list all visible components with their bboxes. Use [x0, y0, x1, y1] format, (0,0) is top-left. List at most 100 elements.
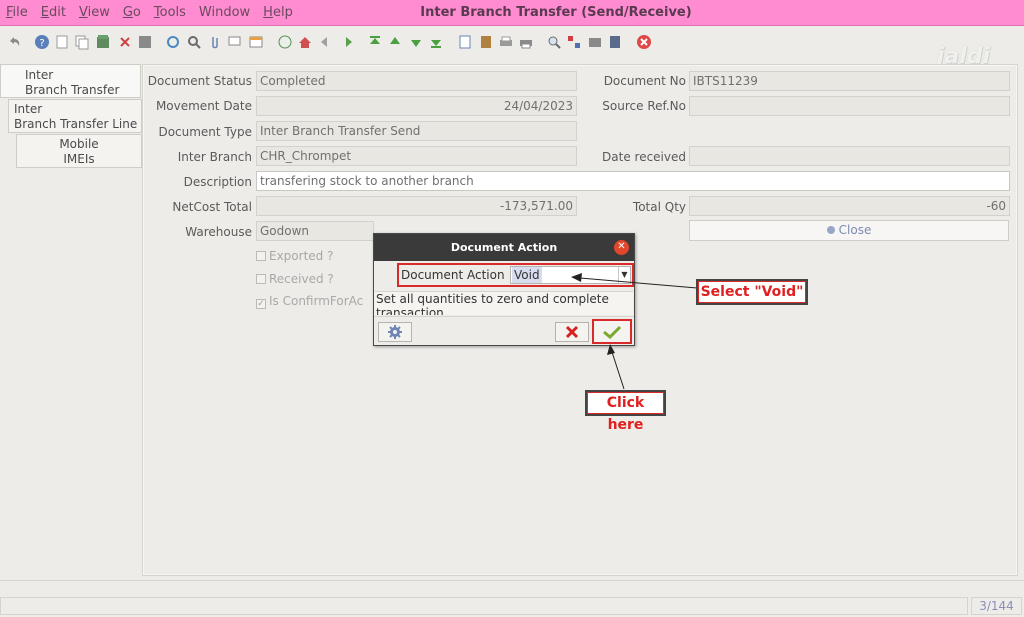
movement-date-label: Movement Date: [155, 99, 252, 113]
settings-button[interactable]: [378, 322, 412, 342]
confirm-label: Is ConfirmForAc: [269, 294, 364, 308]
dialog-footer: [374, 316, 634, 345]
received-label: Received ?: [269, 272, 334, 286]
last-record-icon[interactable]: [428, 34, 444, 50]
warehouse-label: Warehouse: [185, 225, 252, 239]
tab-inter-branch-transfer[interactable]: Inter Branch Transfer: [0, 64, 141, 98]
tab-label: Branch Transfer Line: [14, 117, 138, 131]
document-type-field[interactable]: Inter Branch Transfer Send: [256, 121, 577, 141]
report-icon[interactable]: [457, 34, 473, 50]
warehouse-field[interactable]: Godown: [256, 221, 374, 241]
forward-icon[interactable]: [339, 34, 355, 50]
status-bar-top: [0, 580, 1024, 595]
new-record-icon[interactable]: [54, 34, 70, 50]
refresh-icon[interactable]: [165, 34, 181, 50]
document-action-label: Document Action: [401, 268, 505, 282]
delete-icon[interactable]: [117, 34, 133, 50]
document-status-label: Document Status: [147, 74, 252, 88]
home-icon[interactable]: [277, 34, 293, 50]
menu-window[interactable]: Window: [199, 5, 250, 20]
dialog-title: Document Action: [374, 234, 634, 261]
title-bar: File Edit View Go Tools Window Help Inte…: [0, 0, 1024, 26]
received-checkbox[interactable]: Received ?: [256, 272, 334, 286]
document-action-dialog: Document Action ✕ Document Action Void ▼…: [373, 233, 635, 346]
exported-label: Exported ?: [269, 249, 334, 263]
document-status-field[interactable]: Completed: [256, 71, 577, 91]
tab-label: Inter: [25, 68, 54, 82]
help-icon[interactable]: ?: [34, 34, 50, 50]
next-record-icon[interactable]: [408, 34, 424, 50]
tab-label: Inter: [14, 102, 43, 116]
parent-icon[interactable]: [297, 34, 313, 50]
chevron-down-icon[interactable]: ▼: [618, 267, 630, 283]
exit-icon[interactable]: [636, 34, 652, 50]
copy-record-icon[interactable]: [74, 34, 90, 50]
select-void-callout: Select "Void": [696, 279, 808, 305]
action-description: Set all quantities to zero and complete …: [375, 291, 633, 315]
tab-mobile-imeis[interactable]: Mobile IMEIs: [16, 134, 142, 168]
checkbox-icon: [256, 251, 266, 261]
grid-icon[interactable]: [137, 34, 153, 50]
menu-edit[interactable]: Edit: [41, 5, 66, 20]
request-icon[interactable]: [587, 34, 603, 50]
document-action-value: Void: [512, 267, 542, 283]
menu-bar: File Edit View Go Tools Window Help: [6, 5, 306, 20]
history-icon[interactable]: [248, 34, 264, 50]
tab-label: Branch Transfer: [25, 83, 120, 97]
attachment-icon[interactable]: [207, 34, 223, 50]
inter-branch-field[interactable]: CHR_Chrompet: [256, 146, 577, 166]
find-icon[interactable]: [186, 34, 202, 50]
menu-tools[interactable]: Tools: [154, 5, 186, 20]
total-qty-field[interactable]: -60: [689, 196, 1010, 216]
archive-icon[interactable]: [478, 34, 494, 50]
netcost-total-field[interactable]: -173,571.00: [256, 196, 577, 216]
cancel-x-icon: [565, 325, 579, 339]
toolbar: ?: [0, 27, 1024, 59]
inter-branch-label: Inter Branch: [177, 150, 252, 164]
workflow-icon[interactable]: [566, 34, 582, 50]
date-received-field[interactable]: [689, 146, 1010, 166]
description-label: Description: [183, 175, 252, 189]
back-icon[interactable]: [318, 34, 334, 50]
status-bar: [0, 597, 968, 615]
menu-view[interactable]: View: [79, 5, 110, 20]
first-record-icon[interactable]: [367, 34, 383, 50]
document-action-row: Document Action Void ▼: [397, 263, 634, 287]
checked-icon: ✓: [256, 299, 266, 309]
tab-inter-branch-transfer-line[interactable]: Inter Branch Transfer Line: [8, 99, 142, 133]
checkbox-icon: [256, 274, 266, 284]
exported-checkbox[interactable]: Exported ?: [256, 249, 333, 263]
netcost-total-label: NetCost Total: [172, 200, 252, 214]
menu-help[interactable]: Help: [263, 5, 293, 20]
cancel-button[interactable]: [555, 322, 589, 342]
movement-date-field[interactable]: 24/04/2023: [256, 96, 577, 116]
undo-icon[interactable]: [6, 34, 22, 50]
previous-record-icon[interactable]: [387, 34, 403, 50]
click-here-callout: Click here: [585, 390, 666, 433]
confirm-checkbox[interactable]: ✓ Is ConfirmForAc: [256, 294, 372, 309]
ok-button[interactable]: [592, 319, 632, 344]
gear-icon: [388, 325, 402, 339]
tab-label: Mobile: [59, 137, 99, 151]
save-icon[interactable]: [95, 34, 111, 50]
checkmark-icon: [603, 325, 622, 339]
document-action-select[interactable]: Void ▼: [510, 266, 631, 284]
print-preview-icon[interactable]: [498, 34, 514, 50]
record-counter: 3/144: [971, 597, 1022, 615]
date-received-label: Date received: [602, 150, 686, 164]
product-info-icon[interactable]: [607, 34, 623, 50]
document-type-label: Document Type: [158, 125, 252, 139]
chat-icon[interactable]: [227, 34, 243, 50]
close-button[interactable]: Close: [689, 220, 1009, 241]
menu-go[interactable]: Go: [123, 5, 141, 20]
close-icon[interactable]: ✕: [614, 240, 629, 255]
menu-file[interactable]: File: [6, 5, 28, 20]
total-qty-label: Total Qty: [632, 200, 686, 214]
print-icon[interactable]: [518, 34, 534, 50]
document-no-field[interactable]: IBTS11239: [689, 71, 1010, 91]
tab-label: IMEIs: [63, 152, 95, 166]
svg-text:?: ?: [39, 38, 44, 49]
source-ref-field[interactable]: [689, 96, 1010, 116]
description-field[interactable]: transfering stock to another branch: [256, 171, 1010, 191]
zoom-icon[interactable]: [546, 34, 562, 50]
